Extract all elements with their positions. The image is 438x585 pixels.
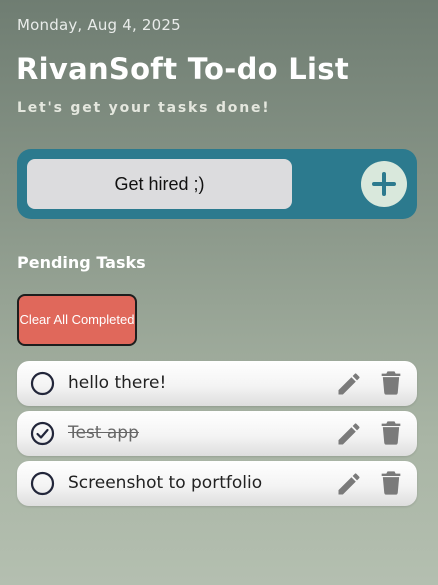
checkbox-checked-icon[interactable]	[30, 421, 55, 446]
trash-icon[interactable]	[377, 369, 405, 397]
plus-icon	[372, 172, 396, 196]
add-task-bar	[17, 149, 417, 219]
task-label: Test app	[68, 423, 139, 443]
task-item: Test app	[17, 411, 417, 456]
date-label: Monday, Aug 4, 2025	[17, 16, 181, 34]
task-item: hello there!	[17, 361, 417, 406]
pencil-icon[interactable]	[335, 420, 363, 448]
page-title: RivanSoft To-do List	[16, 52, 349, 86]
trash-icon[interactable]	[377, 419, 405, 447]
task-item: Screenshot to portfolio	[17, 461, 417, 506]
task-label: hello there!	[68, 373, 167, 393]
task-input[interactable]	[27, 159, 292, 209]
clear-completed-button[interactable]: Clear All Completed	[17, 294, 137, 346]
pending-tasks-heading: Pending Tasks	[17, 253, 146, 272]
pencil-icon[interactable]	[335, 370, 363, 398]
page-subtitle: Let's get your tasks done!	[17, 100, 271, 116]
add-task-button[interactable]	[361, 161, 407, 207]
trash-icon[interactable]	[377, 469, 405, 497]
task-list: hello there! Test app Screenshot to port…	[17, 361, 417, 511]
pencil-icon[interactable]	[335, 470, 363, 498]
checkbox-unchecked-icon[interactable]	[30, 471, 55, 496]
task-label: Screenshot to portfolio	[68, 473, 263, 493]
checkbox-unchecked-icon[interactable]	[30, 371, 55, 396]
